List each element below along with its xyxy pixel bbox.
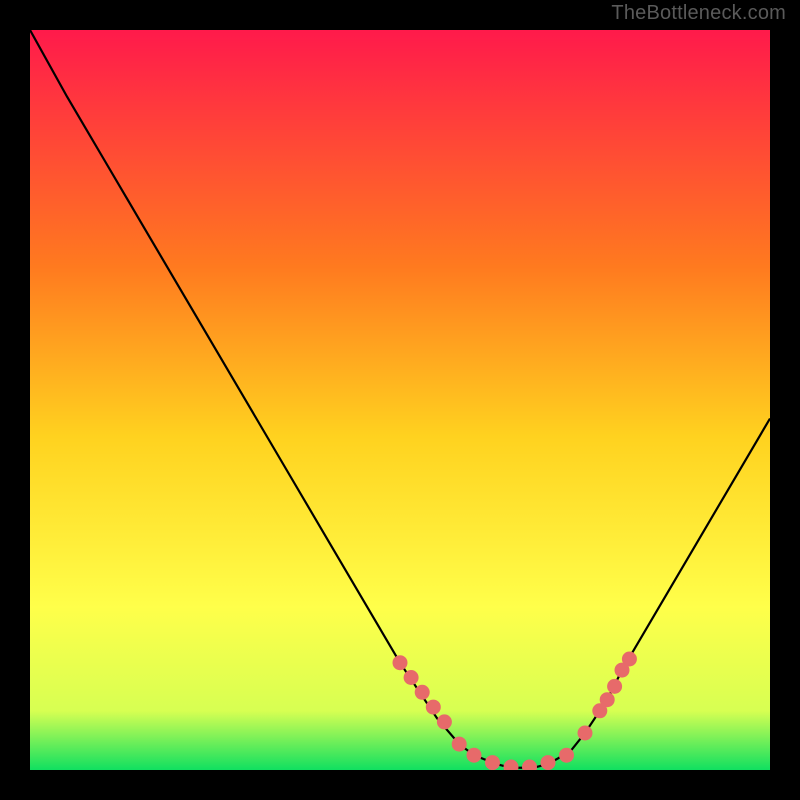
marker-dot bbox=[622, 652, 637, 667]
marker-dot bbox=[426, 700, 441, 715]
marker-dot bbox=[607, 679, 622, 694]
marker-dot bbox=[452, 737, 467, 752]
marker-dot bbox=[437, 714, 452, 729]
chart-frame: TheBottleneck.com bbox=[0, 0, 800, 800]
marker-dot bbox=[541, 755, 556, 770]
marker-dot bbox=[393, 655, 408, 670]
plot-svg bbox=[30, 30, 770, 770]
bottleneck-plot bbox=[30, 30, 770, 770]
marker-dot bbox=[578, 726, 593, 741]
marker-dot bbox=[404, 670, 419, 685]
marker-dot bbox=[467, 748, 482, 763]
marker-dot bbox=[415, 685, 430, 700]
marker-dot bbox=[600, 692, 615, 707]
watermark-text: TheBottleneck.com bbox=[611, 2, 786, 25]
marker-dot bbox=[485, 755, 500, 770]
marker-dot bbox=[559, 748, 574, 763]
